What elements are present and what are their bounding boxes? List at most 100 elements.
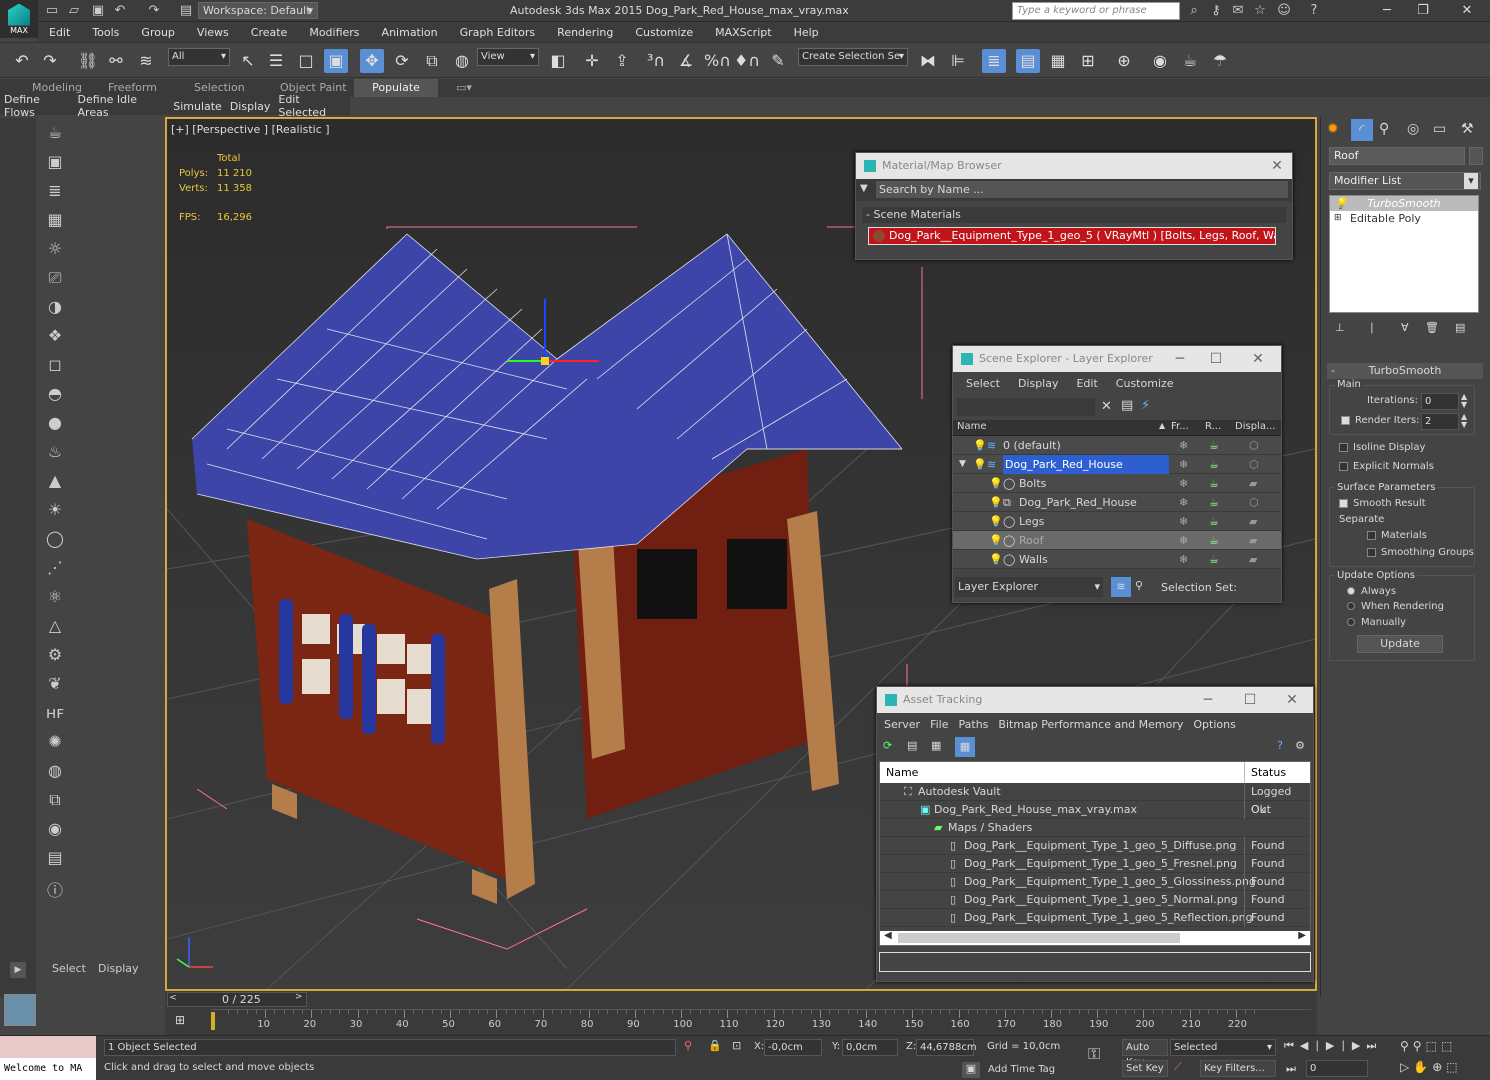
graphite-ribbon-icon[interactable]: ▦ <box>1046 49 1070 73</box>
new-file-icon[interactable]: ▭ <box>44 3 60 19</box>
render-teapot-icon[interactable]: ☕ <box>1209 455 1219 474</box>
percent-snap-icon[interactable]: %∩ <box>704 49 731 73</box>
undo-icon[interactable]: ↶ <box>112 3 128 19</box>
edit-selected-button[interactable]: Edit Selected <box>278 93 346 119</box>
key-mode-toggle-icon[interactable]: ⏭ <box>1286 1062 1296 1076</box>
auto-key-button[interactable]: Auto Key <box>1122 1039 1168 1068</box>
utilities-tab-icon[interactable]: ⚒ <box>1461 121 1474 137</box>
tab-selection[interactable]: Selection <box>194 81 245 94</box>
light-bulb-icon[interactable]: 💡 <box>989 474 1003 493</box>
render-iters-spinner[interactable]: 2 <box>1421 413 1459 430</box>
set-key-button[interactable]: Set Key <box>1122 1060 1168 1077</box>
pan-icon[interactable]: ✋ <box>1413 1060 1432 1074</box>
maximize-viewport-icon[interactable]: ⬚ <box>1446 1060 1461 1074</box>
box-icon[interactable]: ◻ <box>41 355 69 379</box>
display-box-icon[interactable]: ▰ <box>1249 512 1257 531</box>
scene-row[interactable]: 💡 ◯ Bolts ❄ ☕ ▰ <box>953 474 1281 493</box>
play-icon[interactable]: ▶ <box>1326 1039 1340 1052</box>
undo-icon[interactable]: ↶ <box>10 49 34 73</box>
shapes-icon[interactable]: ⧉ <box>41 790 69 814</box>
remove-modifier-icon[interactable]: 🗑 <box>1425 321 1439 334</box>
col-freeze[interactable]: Fr... <box>1171 421 1189 432</box>
render-teapot-icon[interactable]: ☕ <box>1209 493 1219 512</box>
app-logo[interactable]: MAX <box>0 0 38 38</box>
time-tag-icon[interactable]: ▣ <box>962 1062 980 1078</box>
horizontal-scrollbar[interactable]: ◀ ▶ <box>880 930 1310 945</box>
freeze-icon[interactable]: ❄ <box>1179 474 1188 493</box>
asset-col-name[interactable]: Name <box>886 762 918 783</box>
layers-toggle-icon[interactable]: ≋ <box>1111 577 1131 597</box>
isoline-checkbox[interactable]: Isoline Display <box>1339 442 1425 453</box>
add-time-tag[interactable]: Add Time Tag <box>988 1064 1055 1075</box>
binoculars-icon[interactable]: ⌕ <box>1186 3 1202 19</box>
scene-explorer-icon[interactable]: ≣ <box>982 49 1006 73</box>
snaps-toggle-icon[interactable]: ³∩ <box>644 49 668 73</box>
render-setup-icon[interactable]: ☕ <box>1178 49 1202 73</box>
menu-modifiers[interactable]: Modifiers <box>309 26 359 39</box>
render-iters-checkbox[interactable]: Render Iters: <box>1341 415 1420 426</box>
display-box-icon[interactable]: ▰ <box>1249 474 1257 493</box>
render-teapot-icon[interactable]: ☕ <box>1209 436 1219 455</box>
scene-row[interactable]: ▼ 💡 ≋ Dog_Park_Red_House ❄ ☕ ⬡ <box>953 455 1281 474</box>
fur-icon[interactable]: ✺ <box>41 732 69 756</box>
light-bulb-icon[interactable]: 💡 <box>989 550 1003 569</box>
spinner-snap-icon[interactable]: ♦∩ <box>734 49 760 73</box>
redo-icon[interactable]: ↷ <box>146 3 162 19</box>
list-icon[interactable]: ≣ <box>41 181 69 205</box>
table-view-icon[interactable]: ▦ <box>955 737 975 757</box>
menu-group[interactable]: Group <box>141 26 175 39</box>
next-key-icon[interactable]: ∣▶ <box>1340 1039 1366 1052</box>
simulate-button[interactable]: Simulate <box>173 100 222 113</box>
asset-menu-options[interactable]: Options <box>1193 718 1235 731</box>
hierarchy-icon[interactable]: ⚲ <box>1135 579 1143 592</box>
col-render[interactable]: R... <box>1205 421 1221 432</box>
manually-radio[interactable]: Manually <box>1347 617 1406 628</box>
scroll-left-icon[interactable]: ◀ <box>884 930 892 941</box>
globe-icon[interactable]: ◍ <box>41 761 69 785</box>
key-mode-icon[interactable]: ⚿ <box>1088 1044 1100 1064</box>
ball-icon[interactable]: ◯ <box>41 529 69 553</box>
render-teapot-icon[interactable]: ☕ <box>1209 512 1219 531</box>
render-teapot-icon[interactable]: ☕ <box>1209 550 1219 569</box>
maximize-icon[interactable]: ☐ <box>1201 346 1231 372</box>
angle-snap-icon[interactable]: ∡ <box>674 49 698 73</box>
document-icon[interactable]: ▤ <box>41 848 69 872</box>
grid-icon[interactable]: ▦ <box>41 210 69 234</box>
table-row[interactable]: ▯ Dog_Park__Equipment_Type_1_geo_5_Normal… <box>880 891 1310 909</box>
material-editor-icon[interactable]: ◉ <box>1148 49 1172 73</box>
curve-editor-icon[interactable]: ⊞ <box>1076 49 1100 73</box>
edit-named-selection-icon[interactable]: ✎ <box>766 49 790 73</box>
scene-explorer-titlebar[interactable]: Scene Explorer - Layer Explorer ─ ☐ ✕ <box>953 346 1281 372</box>
scene-row[interactable]: 💡 ◯ Roof ❄ ☕ ▰ <box>953 531 1281 550</box>
motion-tab-icon[interactable]: ◎ <box>1407 121 1419 137</box>
rotate-icon[interactable]: ⟳ <box>390 49 414 73</box>
left-display-tab[interactable]: Display <box>98 962 139 975</box>
close-icon[interactable]: ✕ <box>1452 2 1482 20</box>
place-icon[interactable]: ◍ <box>450 49 474 73</box>
scene-materials-header[interactable]: - Scene Materials <box>862 207 1286 223</box>
scene-row[interactable]: 💡 ≋ 0 (default) ❄ ☕ ⬡ <box>953 436 1281 455</box>
key-filters-button[interactable]: Key Filters... <box>1200 1060 1276 1077</box>
user-icon[interactable]: ☺ <box>1276 3 1292 19</box>
scene-menu-customize[interactable]: Customize <box>1116 377 1174 390</box>
plant-icon[interactable]: ❦ <box>41 674 69 698</box>
x-coordinate[interactable]: -0,0cm <box>764 1039 822 1056</box>
close-icon[interactable]: ✕ <box>1243 346 1273 372</box>
move-icon[interactable]: ✥ <box>360 49 384 73</box>
help-icon[interactable]: ? <box>1306 3 1322 19</box>
asset-path-field[interactable] <box>879 952 1311 972</box>
menu-customize[interactable]: Customize <box>635 26 693 39</box>
table-row[interactable]: ▣ Dog_Park_Red_House_max_vray.max Ok <box>880 801 1310 819</box>
light-bulb-icon[interactable]: 💡 <box>989 531 1003 550</box>
help-icon[interactable]: ? <box>1277 739 1283 752</box>
bulb-icon[interactable]: 💡 <box>1334 196 1348 211</box>
light-icon[interactable]: ☼ <box>41 239 69 263</box>
select-object-icon[interactable]: ↖ <box>236 49 260 73</box>
workspace-dropdown[interactable]: Workspace: Default ▾ <box>198 2 318 19</box>
hair-icon[interactable]: ⋰ <box>41 558 69 582</box>
camera-icon[interactable]: ⎚ <box>41 268 69 292</box>
open-file-icon[interactable]: ▱ <box>66 3 82 19</box>
dome-icon[interactable]: ◓ <box>41 384 69 408</box>
sun-icon[interactable]: ☀ <box>41 500 69 524</box>
blue-sphere-icon[interactable]: ◉ <box>41 819 69 843</box>
